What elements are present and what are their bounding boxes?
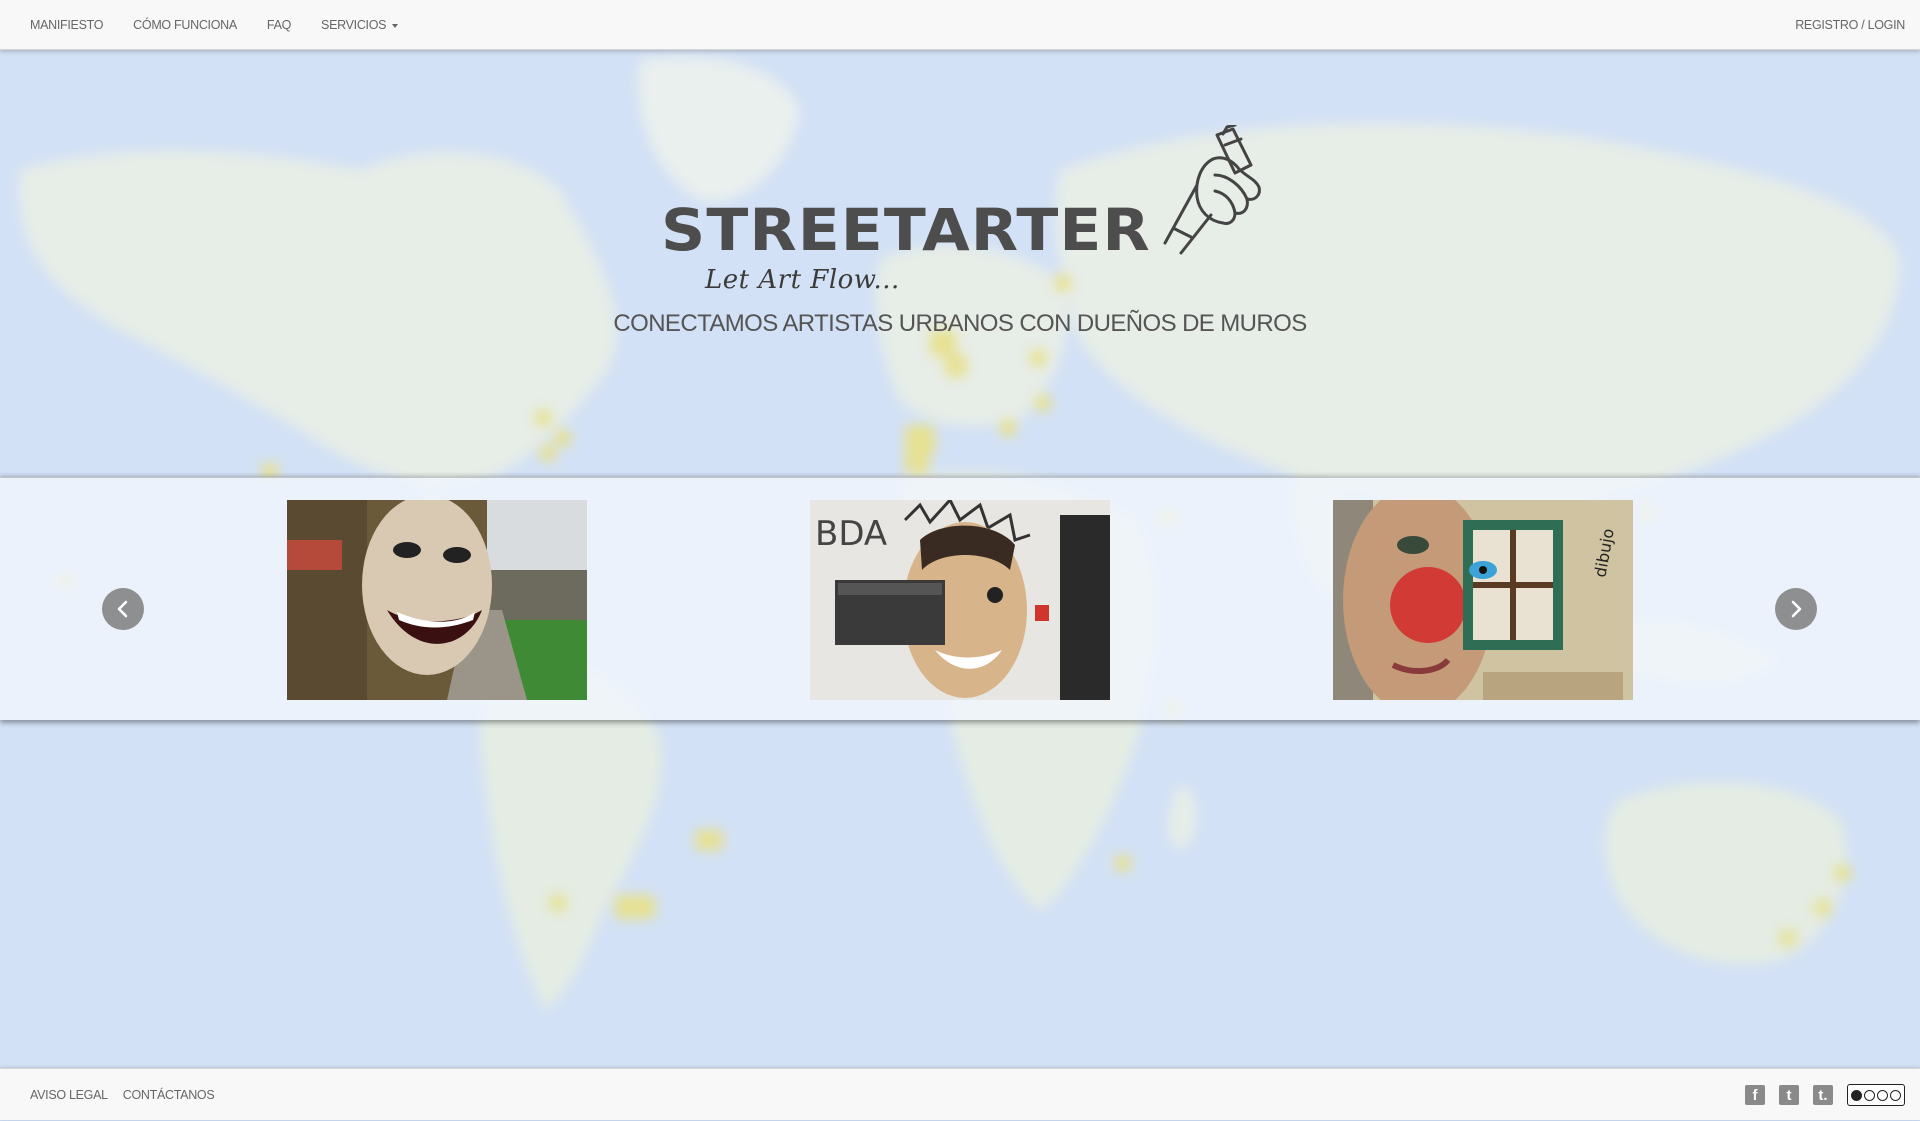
image-carousel: BDA dibujo — [0, 477, 1920, 720]
nav-manifiesto[interactable]: MANIFIESTO — [30, 18, 103, 32]
cc-by-icon — [1864, 1089, 1875, 1101]
carousel-slide-1[interactable] — [287, 500, 587, 700]
logo-tagline: Let Art Flow... — [705, 265, 900, 295]
caret-down-icon — [392, 23, 399, 28]
nav-como-funciona[interactable]: CÓMO FUNCIONA — [133, 18, 237, 32]
graffiti-image: BDA — [810, 500, 1110, 700]
nav-servicios-dropdown[interactable]: SERVICIOS — [321, 18, 399, 32]
cc-nc-icon — [1877, 1089, 1888, 1101]
carousel-slide-3[interactable]: dibujo — [1333, 500, 1633, 700]
nav-faq[interactable]: FAQ — [267, 18, 291, 32]
spray-can-hand-icon — [1163, 125, 1261, 255]
login-link[interactable]: REGISTRO / LOGIN — [1795, 18, 1905, 32]
carousel-prev-button[interactable] — [102, 588, 144, 630]
nav-links: MANIFIESTO CÓMO FUNCIONA FAQ SERVICIOS — [30, 0, 428, 50]
creative-commons-icon[interactable] — [1847, 1084, 1905, 1106]
carousel-next-button[interactable] — [1775, 588, 1817, 630]
tumblr-icon[interactable]: t. — [1813, 1085, 1833, 1105]
graffiti-image — [287, 500, 587, 700]
hero-subtitle: CONECTAMOS ARTISTAS URBANOS CON DUEÑOS D… — [613, 310, 1307, 337]
cc-mark-icon — [1851, 1089, 1862, 1101]
top-navbar: MANIFIESTO CÓMO FUNCIONA FAQ SERVICIOS R… — [0, 0, 1920, 50]
facebook-icon[interactable]: f — [1745, 1085, 1765, 1105]
logo-wordmark: STREETARTER — [661, 196, 1151, 264]
twitter-icon[interactable]: t — [1779, 1085, 1799, 1105]
cc-sa-icon — [1890, 1089, 1901, 1101]
footer-aviso-legal[interactable]: AVISO LEGAL — [30, 1088, 108, 1102]
carousel-slide-2[interactable]: BDA — [810, 500, 1110, 700]
footer-contactanos[interactable]: CONTÁCTANOS — [123, 1088, 215, 1102]
nav-servicios-label: SERVICIOS — [321, 18, 387, 32]
footer: AVISO LEGAL CONTÁCTANOS f t t. — [0, 1068, 1920, 1120]
site-logo[interactable]: STREETARTER Let Art Flow... — [655, 125, 1265, 300]
chevron-right-icon — [1791, 600, 1802, 618]
graffiti-image: dibujo — [1333, 500, 1633, 700]
chevron-left-icon — [117, 600, 128, 618]
svg-text:BDA: BDA — [815, 514, 887, 554]
